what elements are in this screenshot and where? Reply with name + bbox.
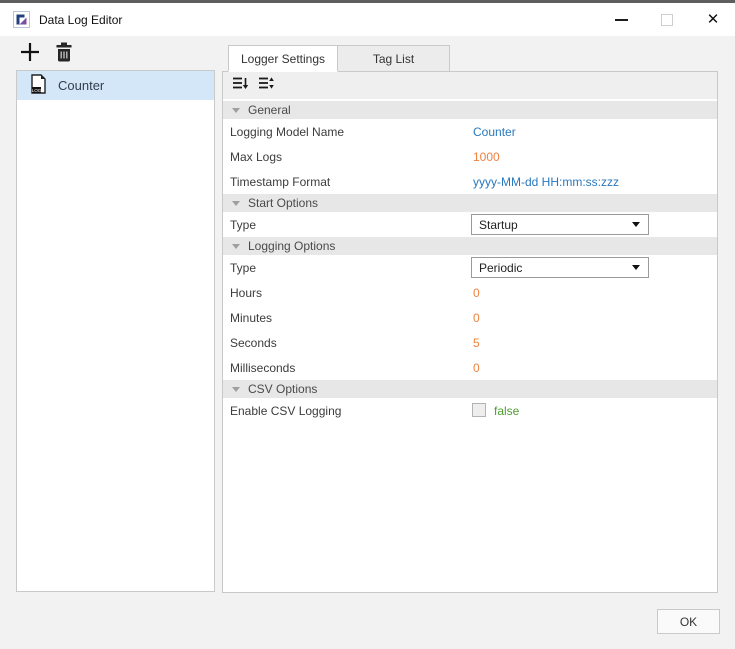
collapse-lines-icon — [231, 74, 249, 97]
close-icon: ✕ — [707, 12, 720, 27]
property-row: Seconds 5 — [223, 330, 717, 355]
maximize-button[interactable] — [651, 3, 683, 36]
section-title: CSV Options — [248, 382, 317, 396]
chevron-down-icon — [232, 201, 240, 206]
list-item-logger[interactable]: LOG Counter — [17, 71, 214, 100]
property-label: Seconds — [223, 336, 277, 350]
property-row: Type Startup — [223, 212, 717, 237]
trash-icon — [54, 41, 74, 68]
window-title: Data Log Editor — [39, 13, 122, 27]
dropdown-value: Periodic — [479, 261, 522, 275]
property-value[interactable]: 0 — [473, 361, 480, 375]
section-header-logging-options[interactable]: Logging Options — [223, 237, 717, 255]
property-label: Max Logs — [223, 150, 282, 164]
close-button[interactable]: ✕ — [697, 3, 729, 36]
property-dropdown[interactable]: Startup — [471, 214, 649, 235]
chevron-down-icon — [232, 244, 240, 249]
property-label: Minutes — [223, 311, 272, 325]
checkbox-value-label: false — [494, 404, 519, 418]
property-label: Type — [223, 261, 256, 275]
plus-icon — [19, 41, 41, 68]
property-label: Milliseconds — [223, 361, 295, 375]
dropdown-value: Startup — [479, 218, 518, 232]
logger-settings-panel: General Logging Model Name Counter Max Logs… — [222, 71, 718, 593]
section-title: Start Options — [248, 196, 318, 210]
property-row: Type Periodic — [223, 255, 717, 280]
property-grid-toolbar — [223, 72, 717, 99]
property-row: Enable CSV Logging false — [223, 398, 717, 423]
property-dropdown[interactable]: Periodic — [471, 257, 649, 278]
property-label: Type — [223, 218, 256, 232]
expand-lines-icon — [257, 74, 275, 97]
property-value[interactable]: 1000 — [473, 150, 500, 164]
svg-text:LOG: LOG — [32, 88, 42, 93]
tab-bar: Logger SettingsTag List — [228, 45, 450, 72]
property-grid: General Logging Model Name Counter Max Logs… — [223, 101, 717, 423]
property-label: Logging Model Name — [223, 125, 344, 139]
section-title: General — [248, 103, 291, 117]
property-row: Hours 0 — [223, 280, 717, 305]
maximize-icon — [661, 14, 673, 26]
chevron-down-icon — [232, 108, 240, 113]
delete-logger-button[interactable] — [52, 42, 76, 66]
chevron-down-icon — [232, 387, 240, 392]
logger-list-toolbar — [18, 42, 76, 66]
property-label: Enable CSV Logging — [223, 404, 341, 418]
property-row: Max Logs 1000 — [223, 144, 717, 169]
list-item-label: Counter — [58, 78, 104, 93]
minimize-button[interactable] — [605, 3, 637, 36]
property-label: Hours — [223, 286, 262, 300]
property-row: Logging Model Name Counter — [223, 119, 717, 144]
expand-categories-button[interactable] — [254, 74, 277, 97]
property-value[interactable]: 5 — [473, 336, 480, 350]
app-logo-icon — [13, 11, 30, 28]
tab-tag-list[interactable]: Tag List — [338, 45, 450, 72]
logger-list: LOG Counter — [16, 70, 215, 592]
property-value[interactable]: yyyy-MM-dd HH:mm:ss:zzz — [473, 175, 619, 189]
property-row: Milliseconds 0 — [223, 355, 717, 380]
property-row: Minutes 0 — [223, 305, 717, 330]
add-logger-button[interactable] — [18, 42, 42, 66]
section-header-csv-options[interactable]: CSV Options — [223, 380, 717, 398]
chevron-down-icon — [632, 265, 640, 270]
minimize-icon — [615, 19, 628, 21]
chevron-down-icon — [632, 222, 640, 227]
property-value[interactable]: 0 — [473, 286, 480, 300]
section-header-general[interactable]: General — [223, 101, 717, 119]
section-header-start-options[interactable]: Start Options — [223, 194, 717, 212]
ok-button[interactable]: OK — [657, 609, 720, 634]
property-value[interactable]: 0 — [473, 311, 480, 325]
log-document-icon: LOG — [30, 74, 47, 97]
property-value[interactable]: Counter — [473, 125, 516, 139]
csv-logging-checkbox[interactable] — [472, 403, 486, 417]
section-title: Logging Options — [248, 239, 335, 253]
property-label: Timestamp Format — [223, 175, 330, 189]
collapse-categories-button[interactable] — [228, 74, 251, 97]
tab-logger-settings[interactable]: Logger Settings — [228, 45, 338, 72]
window-controls: ✕ — [591, 3, 729, 36]
property-row: Timestamp Format yyyy-MM-dd HH:mm:ss:zzz — [223, 169, 717, 194]
